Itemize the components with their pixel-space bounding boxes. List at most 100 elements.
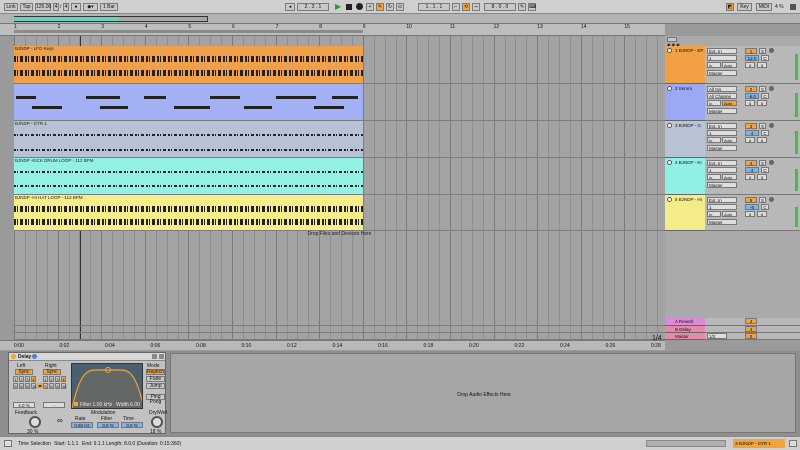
input-type-select[interactable]: Ext. In [707,160,737,166]
signature-denominator[interactable]: 4 [63,3,69,11]
clip-gtr[interactable]: BJNDP - GTR 1 [14,121,363,157]
solo-button[interactable]: S [759,86,766,92]
pan-field[interactable]: C [761,167,769,173]
volume-field[interactable]: 4 [745,130,759,136]
mode-jump-button[interactable]: Jump [146,383,165,389]
left-division-button[interactable]: 1 [13,376,18,382]
midi-note[interactable] [314,106,344,109]
input-type-select[interactable]: Ext. In [707,197,737,203]
output-select[interactable]: Master [707,182,737,188]
back-to-arrangement-icon[interactable]: ↻ [386,3,394,11]
return-track-name[interactable]: B Delay [675,327,691,332]
punch-in-icon[interactable]: ⌐ [452,3,460,11]
computer-keyboard-icon[interactable]: ⌨ [528,3,536,11]
info-view-icon[interactable] [4,440,12,447]
left-division-button[interactable]: 2 [19,376,24,382]
return-track-header[interactable]: A Reverb [665,318,705,326]
right-division-button[interactable]: 2 [49,376,54,382]
track-number-activator[interactable]: 3 [745,123,757,129]
record-icon[interactable] [356,3,363,10]
link-icon[interactable]: ◂▸ [37,383,43,388]
drywet-knob[interactable] [151,416,163,428]
monitor-in-button[interactable]: In [707,174,721,180]
song-position-field[interactable]: 2 . 3 . 1 [297,3,329,11]
device-menu-icon[interactable] [159,354,164,359]
right-division-button[interactable]: 16 [61,383,66,389]
monitor-auto-button[interactable]: Auto [722,211,737,217]
loop-start-field[interactable]: 1 . 1 . 1 [418,3,450,11]
return-track-header[interactable]: Master [665,333,705,340]
input-channel-select[interactable]: 1 [707,204,737,210]
send-a-knob[interactable]: o [745,62,755,68]
mode-repitch-button[interactable]: Repitch [146,369,165,375]
track-fold-icon[interactable] [667,197,672,202]
output-select[interactable]: Master [707,70,737,76]
left-offset-field[interactable]: 4.0 % [13,402,35,408]
track-fold-icon[interactable] [667,123,672,128]
master-lane[interactable] [14,333,665,340]
device-hotswap-icon[interactable] [32,354,37,359]
return-track-name[interactable]: Master [675,334,689,339]
right-division-grid[interactable]: 1 2 3 4 5 6 8 16 [43,376,67,398]
monitor-auto-button[interactable]: Auto [722,100,737,106]
track-name[interactable]: 4 BJNDP - KI [675,160,702,165]
send-b-knob[interactable]: o [757,174,767,180]
midi-map-button[interactable]: MIDI [756,3,772,11]
midi-note[interactable] [100,106,128,109]
mode-fade-button[interactable]: Fade [146,376,165,382]
track-lane-2[interactable] [14,84,665,121]
monitor-auto-button[interactable]: Auto [722,174,737,180]
delay-device[interactable]: Delay Left Right Sync Sync 1 2 3 4 5 6 8 16 123… [8,352,167,435]
detail-view-toggle-icon[interactable] [789,440,797,447]
pan-field[interactable]: C [761,130,769,136]
feedback-knob[interactable] [29,416,41,428]
filter-mod-field[interactable]: 0.0 % [97,422,119,428]
midi-note[interactable] [144,96,166,99]
volume-field[interactable]: -6 [745,204,759,210]
play-icon[interactable]: ▶ [335,3,343,11]
send-b-knob[interactable]: o [757,211,767,217]
follow-icon[interactable]: ◆▾ [83,3,98,11]
track-name[interactable]: 1 BJNDP - EP [675,48,703,53]
draw-mode-icon[interactable]: ✎ [518,3,526,11]
ping-pong-button[interactable]: Ping Pong [146,394,165,405]
arm-icon[interactable] [769,123,774,128]
loop-switch-icon[interactable]: ⟲ [462,3,470,11]
right-division-button[interactable]: 4 [61,376,66,382]
left-division-button[interactable]: 5 [13,383,18,389]
right-division-button[interactable]: 3 [55,376,60,382]
track-number-activator[interactable]: 4 [745,160,757,166]
clip-hihat-loop[interactable]: BJNDP -HI HAT LOOP - 112 BPM [14,195,363,230]
rate-field[interactable]: 0.50 Hz [71,422,93,428]
monitor-in-button[interactable]: In [707,137,721,143]
return-volume-field[interactable]: 4 [745,318,757,324]
automation-arm-icon[interactable]: ✎ [376,3,384,11]
left-division-button[interactable]: 8 [25,383,30,389]
solo-button[interactable]: S [759,160,766,166]
filter-display[interactable]: Filter 1.00 kHz Width 6.00 [71,363,143,409]
track-name[interactable]: 3 BJNDP - G [675,123,701,128]
time-mod-field[interactable]: 0.0 % [121,422,143,428]
send-a-knob[interactable]: o [745,137,755,143]
loop-brace[interactable] [14,30,363,33]
signature-numerator[interactable]: 4 [53,3,59,11]
input-type-select[interactable]: All Ins [707,86,737,92]
right-division-button[interactable]: 1 [43,376,48,382]
track-fold-icon[interactable] [667,160,672,165]
overdub-icon[interactable]: + [366,3,374,11]
left-division-button[interactable]: 3 [25,376,30,382]
solo-button[interactable]: S [759,197,766,203]
stop-icon[interactable] [346,4,352,10]
volume-field[interactable]: 12.0 [745,55,759,61]
arm-icon[interactable] [769,48,774,53]
clip-kick-loop[interactable]: BJNDP -KICK DRUM LOOP - 112 BPM [14,158,363,194]
device-power-icon[interactable] [11,354,16,359]
return-lane-b[interactable] [14,326,665,333]
track-lane-3[interactable]: BJNDP - GTR 1 [14,121,665,158]
tempo-field[interactable]: 125.00 [35,3,51,11]
midi-note[interactable] [276,96,316,99]
return-volume-field[interactable]: 4 [745,326,757,332]
track-header[interactable]: 3 BJNDP - G [665,121,705,158]
send-a-knob[interactable]: o [745,174,755,180]
link-button[interactable]: Link [4,3,18,11]
